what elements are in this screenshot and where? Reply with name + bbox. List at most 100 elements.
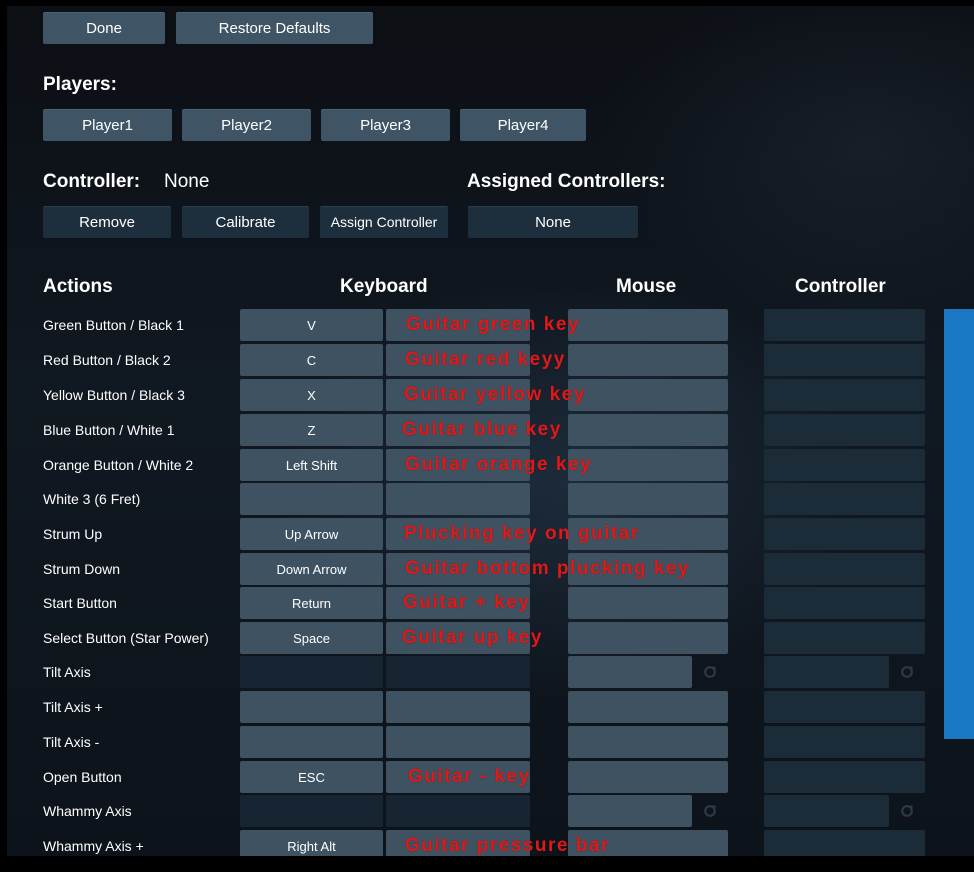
mouse-slot[interactable]	[568, 414, 728, 446]
assign-controller-button[interactable]: Assign Controller	[320, 206, 448, 238]
mouse-slot[interactable]	[568, 483, 728, 515]
controller-slot[interactable]	[764, 830, 925, 856]
binding-row: Orange Button / White 2 Left Shift Guitar …	[7, 449, 974, 482]
controller-slot[interactable]	[764, 379, 925, 411]
keyboard-primary-slot[interactable]: Return	[240, 587, 383, 619]
binding-row: Strum Up Up Arrow Plucking key on guitar	[7, 518, 974, 551]
assigned-controller-slot[interactable]: None	[468, 206, 638, 238]
annotation-label: Plucking key on guitar	[404, 523, 640, 544]
keyboard-secondary-slot[interactable]	[386, 656, 530, 688]
action-label: Select Button (Star Power)	[43, 630, 209, 646]
binding-row: Whammy Axis + Right Alt Guitar pressure ba…	[7, 830, 974, 856]
controller-slot[interactable]	[764, 795, 889, 827]
reset-axis-icon[interactable]	[696, 795, 724, 827]
controller-slot[interactable]	[764, 656, 889, 688]
controller-column-header: Controller	[795, 276, 886, 297]
controller-slot[interactable]	[764, 691, 925, 723]
action-label: Green Button / Black 1	[43, 317, 184, 333]
binding-row: Tilt Axis	[7, 656, 974, 689]
reset-axis-icon[interactable]	[696, 656, 724, 688]
reset-axis-icon[interactable]	[893, 656, 921, 688]
binding-row: Open Button ESC Guitar - key	[7, 761, 974, 794]
controller-slot[interactable]	[764, 553, 925, 585]
action-label: Yellow Button / Black 3	[43, 387, 185, 403]
mouse-slot[interactable]	[568, 726, 728, 758]
binding-row: Tilt Axis +	[7, 691, 974, 724]
keyboard-primary-slot[interactable]	[240, 726, 383, 758]
keyboard-secondary-slot[interactable]	[386, 795, 530, 827]
done-button[interactable]: Done	[43, 12, 165, 44]
keyboard-primary-slot[interactable]: Left Shift	[240, 449, 383, 481]
mouse-slot[interactable]	[568, 587, 728, 619]
controller-slot[interactable]	[764, 309, 925, 341]
player2-button[interactable]: Player2	[182, 109, 311, 141]
binding-row: Select Button (Star Power) Space Guitar up…	[7, 622, 974, 655]
mouse-slot[interactable]	[568, 379, 728, 411]
controller-slot[interactable]	[764, 726, 925, 758]
controller-slot[interactable]	[764, 587, 925, 619]
mouse-slot[interactable]	[568, 656, 692, 688]
mouse-slot[interactable]	[568, 309, 728, 341]
keyboard-primary-slot[interactable]	[240, 795, 383, 827]
keyboard-primary-slot[interactable]: Up Arrow	[240, 518, 383, 550]
reset-axis-icon[interactable]	[893, 795, 921, 827]
controller-slot[interactable]	[764, 344, 925, 376]
keyboard-secondary-slot[interactable]	[386, 691, 530, 723]
keyboard-primary-slot[interactable]	[240, 691, 383, 723]
annotation-label: Guitar up key	[402, 627, 543, 648]
annotation-label: Guitar bottom plucking key	[405, 558, 690, 579]
binding-row: Green Button / Black 1 V Guitar green key	[7, 309, 974, 342]
assigned-controllers-heading: Assigned Controllers:	[467, 171, 666, 192]
keyboard-secondary-slot[interactable]	[386, 483, 530, 515]
keyboard-primary-slot[interactable]: ESC	[240, 761, 383, 793]
binding-row: Tilt Axis -	[7, 726, 974, 759]
mouse-slot[interactable]	[568, 344, 728, 376]
binding-row: Blue Button / White 1 Z Guitar blue key	[7, 414, 974, 447]
action-label: Tilt Axis	[43, 664, 91, 680]
mouse-slot[interactable]	[568, 795, 692, 827]
keyboard-primary-slot[interactable]: Right Alt	[240, 830, 383, 856]
action-label: Orange Button / White 2	[43, 457, 194, 473]
player3-button[interactable]: Player3	[321, 109, 450, 141]
annotation-label: Guitar yellow key	[404, 384, 586, 405]
action-label: Tilt Axis +	[43, 699, 103, 715]
annotation-label: Guitar + key	[403, 592, 531, 613]
restore-defaults-button[interactable]: Restore Defaults	[176, 12, 373, 44]
mouse-slot[interactable]	[568, 691, 728, 723]
action-label: Strum Down	[43, 561, 121, 577]
calibrate-button[interactable]: Calibrate	[182, 206, 309, 238]
controller-heading: Controller:	[43, 171, 141, 192]
player4-button[interactable]: Player4	[460, 109, 586, 141]
keyboard-primary-slot[interactable]: Space	[240, 622, 383, 654]
mouse-slot[interactable]	[568, 622, 728, 654]
input-settings-screen: Done Restore Defaults Players: Player1 P…	[7, 6, 974, 856]
controller-slot[interactable]	[764, 414, 925, 446]
keyboard-primary-slot[interactable]	[240, 483, 383, 515]
keyboard-primary-slot[interactable]: V	[240, 309, 383, 341]
player1-button[interactable]: Player1	[43, 109, 172, 141]
binding-row: White 3 (6 Fret)	[7, 483, 974, 516]
keyboard-secondary-slot[interactable]	[386, 726, 530, 758]
keyboard-primary-slot[interactable]: Z	[240, 414, 383, 446]
mouse-slot[interactable]	[568, 761, 728, 793]
controller-slot[interactable]	[764, 518, 925, 550]
controller-slot[interactable]	[764, 449, 925, 481]
controller-slot[interactable]	[764, 483, 925, 515]
keyboard-column-header: Keyboard	[340, 276, 428, 297]
action-label: Whammy Axis +	[43, 838, 144, 854]
controller-slot[interactable]	[764, 761, 925, 793]
keyboard-primary-slot[interactable]	[240, 656, 383, 688]
controller-value: None	[164, 171, 210, 192]
annotation-label: Guitar red keyy	[405, 349, 566, 370]
action-label: Blue Button / White 1	[43, 422, 175, 438]
annotation-label: Guitar - key	[408, 766, 531, 787]
keyboard-primary-slot[interactable]: Down Arrow	[240, 553, 383, 585]
keyboard-primary-slot[interactable]: C	[240, 344, 383, 376]
remove-button[interactable]: Remove	[43, 206, 171, 238]
action-label: Start Button	[43, 595, 117, 611]
actions-column-header: Actions	[43, 276, 113, 297]
binding-row: Red Button / Black 2 C Guitar red keyy	[7, 344, 974, 377]
controller-slot[interactable]	[764, 622, 925, 654]
keyboard-primary-slot[interactable]: X	[240, 379, 383, 411]
action-label: Tilt Axis -	[43, 734, 100, 750]
